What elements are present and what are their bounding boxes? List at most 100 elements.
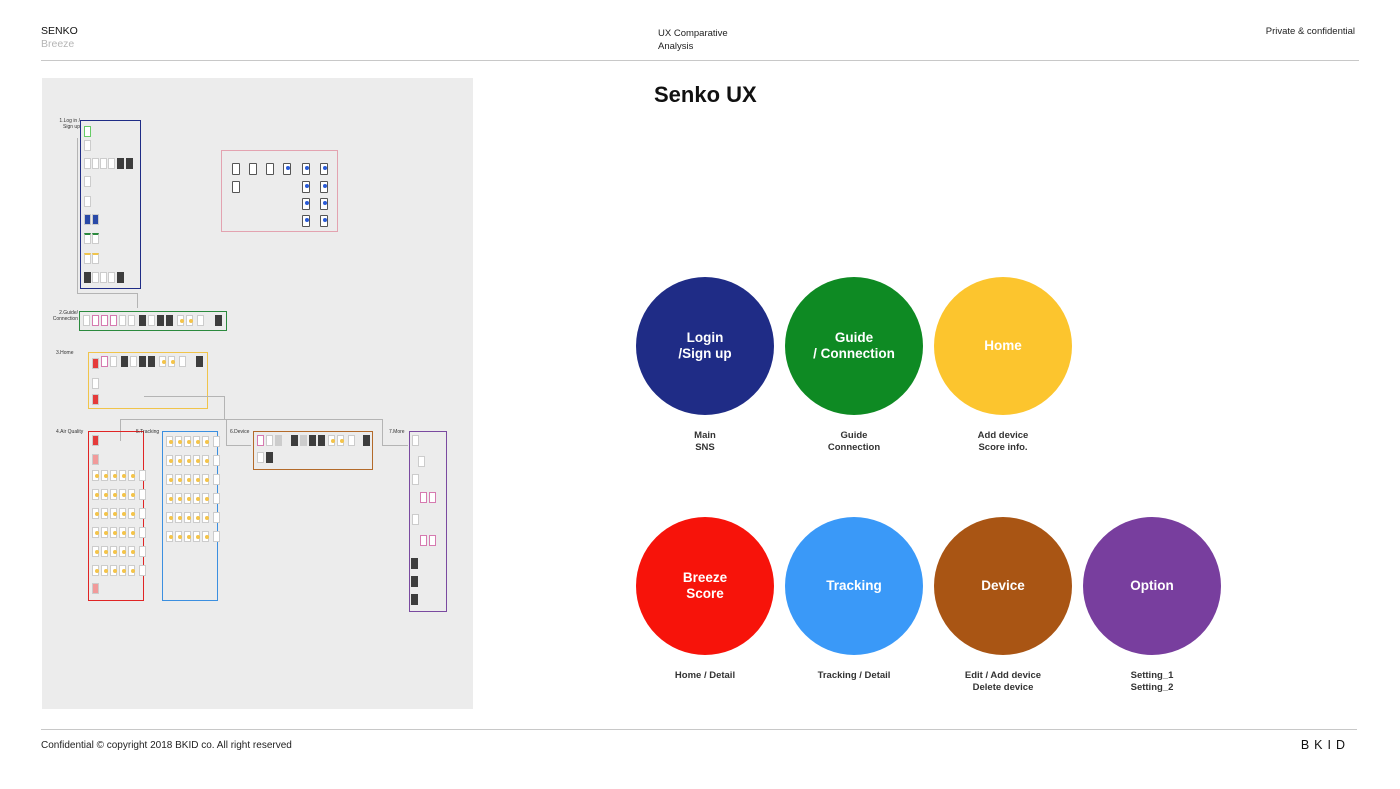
screen-thumb bbox=[92, 565, 99, 576]
screen-thumb bbox=[337, 435, 344, 446]
screen-thumb bbox=[159, 356, 166, 367]
page-title: Senko UX bbox=[654, 82, 757, 107]
screen-thumb bbox=[139, 470, 146, 481]
screen-thumb bbox=[275, 435, 282, 446]
screen-thumb bbox=[213, 531, 220, 542]
screen-thumb bbox=[249, 163, 257, 175]
screen-thumb bbox=[110, 527, 117, 538]
screen-thumb bbox=[420, 535, 427, 546]
screen-thumb bbox=[119, 489, 126, 500]
screen-thumb bbox=[126, 158, 133, 169]
screen-thumb bbox=[84, 214, 91, 225]
screen-thumb bbox=[193, 493, 200, 504]
screen-thumb bbox=[128, 508, 135, 519]
screen-thumb bbox=[193, 512, 200, 523]
screen-thumb bbox=[157, 315, 164, 326]
connector-line bbox=[226, 419, 227, 445]
screen-thumb bbox=[202, 474, 209, 485]
screen-thumb bbox=[184, 512, 191, 523]
screen-thumb bbox=[128, 546, 135, 557]
screen-thumb bbox=[92, 233, 99, 244]
screen-thumb bbox=[418, 456, 425, 467]
screen-thumb bbox=[320, 163, 328, 175]
screen-thumb bbox=[84, 126, 91, 137]
screen-thumb bbox=[166, 531, 173, 542]
screen-thumb bbox=[119, 508, 126, 519]
screen-thumb bbox=[300, 435, 307, 446]
screen-thumb bbox=[166, 512, 173, 523]
screen-thumb bbox=[257, 452, 264, 463]
screen-thumb bbox=[197, 315, 204, 326]
screen-thumb bbox=[166, 493, 173, 504]
screen-thumb bbox=[257, 435, 264, 446]
screen-thumb bbox=[213, 455, 220, 466]
screen-thumb bbox=[84, 272, 91, 283]
screen-thumb bbox=[411, 594, 418, 605]
bkid-logo: BKID bbox=[1300, 738, 1350, 752]
brand-block: SENKO Breeze bbox=[41, 25, 78, 51]
flow-diagram-panel: 1.Log in / Sign up 2.Guide/ Connection 3… bbox=[42, 78, 473, 709]
document-title: UX Comparative Analysis bbox=[658, 28, 728, 53]
screen-thumb bbox=[110, 356, 117, 367]
screen-thumb bbox=[148, 315, 155, 326]
screen-thumb bbox=[92, 272, 99, 283]
screen-thumb bbox=[363, 435, 370, 446]
screen-thumb bbox=[92, 253, 99, 264]
module-circle: Device bbox=[934, 517, 1072, 655]
screen-thumb bbox=[232, 181, 240, 193]
screen-thumb bbox=[175, 455, 182, 466]
screen-thumb bbox=[320, 215, 328, 227]
screen-thumb bbox=[412, 474, 419, 485]
footer-divider bbox=[41, 729, 1357, 730]
screen-thumb bbox=[412, 435, 419, 446]
flow-label-tracking: 5.Tracking bbox=[136, 429, 160, 435]
brand-subtitle: Breeze bbox=[41, 38, 75, 50]
screen-thumb bbox=[92, 454, 99, 465]
screen-thumb bbox=[128, 489, 135, 500]
screen-thumb bbox=[139, 356, 146, 367]
screen-thumb bbox=[101, 470, 108, 481]
module-circle: Home bbox=[934, 277, 1072, 415]
screen-thumb bbox=[92, 527, 99, 538]
screen-thumb bbox=[119, 565, 126, 576]
module-circle: Login /Sign up bbox=[636, 277, 774, 415]
screen-thumb bbox=[128, 527, 135, 538]
screen-thumb bbox=[175, 474, 182, 485]
flow-label-more: 7.More bbox=[389, 429, 405, 435]
screen-thumb bbox=[309, 435, 316, 446]
flow-label-guide: 2.Guide/ Connection bbox=[52, 310, 78, 322]
screen-thumb bbox=[291, 435, 298, 446]
document-title-line-2: Analysis bbox=[658, 40, 694, 52]
screen-thumb bbox=[101, 356, 108, 367]
connector-line bbox=[382, 445, 408, 446]
screen-thumb bbox=[302, 215, 310, 227]
screen-thumb bbox=[101, 565, 108, 576]
screen-thumb bbox=[92, 435, 99, 446]
screen-thumb bbox=[213, 474, 220, 485]
header-divider bbox=[41, 60, 1359, 61]
screen-thumb bbox=[184, 474, 191, 485]
module-circle: Guide / Connection bbox=[785, 277, 923, 415]
screen-thumb bbox=[139, 315, 146, 326]
document-title-line-1: UX Comparative bbox=[658, 28, 728, 39]
screen-thumb bbox=[92, 489, 99, 500]
screen-thumb bbox=[128, 315, 135, 326]
screen-thumb bbox=[92, 214, 99, 225]
screen-thumb bbox=[348, 435, 355, 446]
screen-thumb bbox=[179, 356, 186, 367]
connector-line bbox=[144, 396, 224, 397]
screen-thumb bbox=[328, 435, 335, 446]
screen-thumb bbox=[92, 583, 99, 594]
flow-label-home: 3.Home bbox=[56, 350, 74, 356]
screen-thumb bbox=[119, 470, 126, 481]
screen-thumb bbox=[92, 394, 99, 405]
screen-thumb bbox=[92, 470, 99, 481]
connector-line bbox=[77, 138, 78, 293]
module-caption: Add device Score info. bbox=[977, 430, 1029, 453]
screen-thumb bbox=[128, 470, 135, 481]
screen-thumb bbox=[202, 493, 209, 504]
screen-thumb bbox=[119, 315, 126, 326]
connector-line bbox=[226, 445, 251, 446]
screen-thumb bbox=[266, 163, 274, 175]
screen-thumb bbox=[283, 163, 291, 175]
